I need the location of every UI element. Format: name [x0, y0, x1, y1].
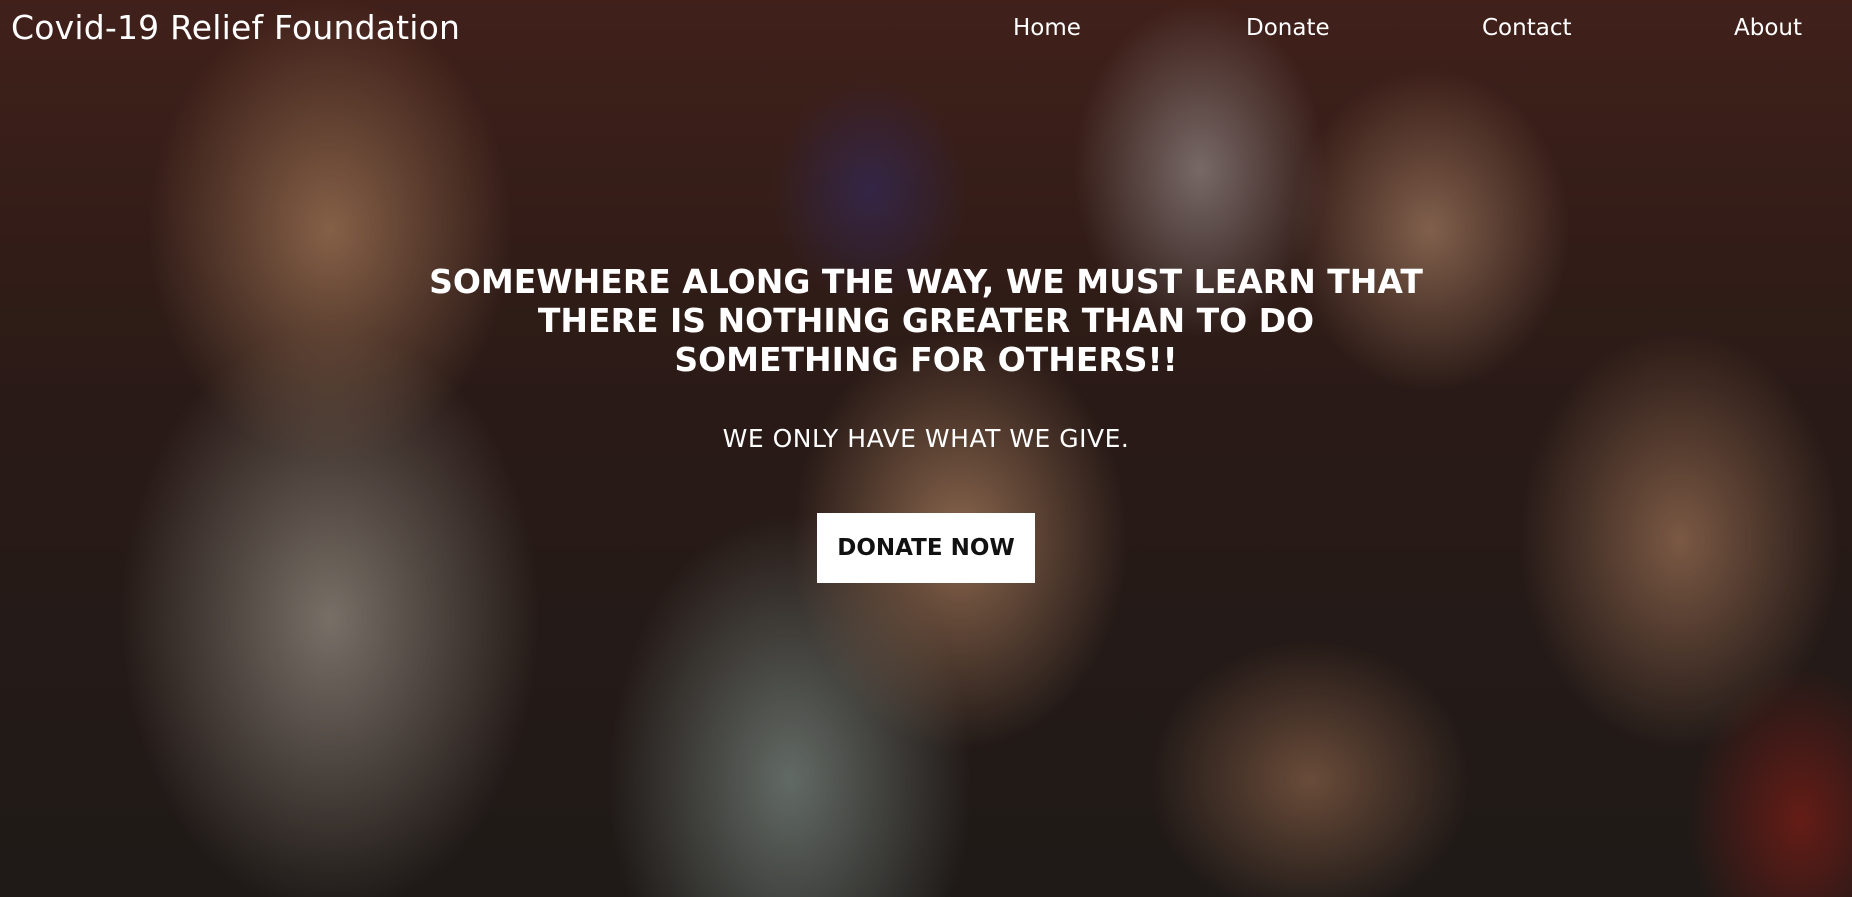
hero-subline: WE ONLY HAVE WHAT WE GIVE. [722, 424, 1130, 453]
nav-home-link[interactable]: Home [1013, 12, 1081, 44]
nav-about-link[interactable]: About [1734, 12, 1802, 44]
nav-contact-link[interactable]: Contact [1482, 12, 1571, 44]
hero-headline: SOMEWHERE ALONG THE WAY, WE MUST LEARN T… [429, 262, 1423, 379]
donate-now-button[interactable]: DONATE NOW [817, 513, 1035, 583]
site-brand-title[interactable]: Covid-19 Relief Foundation [11, 6, 460, 50]
hero-content: SOMEWHERE ALONG THE WAY, WE MUST LEARN T… [0, 262, 1852, 583]
top-navigation-bar: Covid-19 Relief Foundation Home Donate C… [0, 0, 1852, 56]
hero-section: Covid-19 Relief Foundation Home Donate C… [0, 0, 1852, 897]
nav-donate-link[interactable]: Donate [1246, 12, 1330, 44]
